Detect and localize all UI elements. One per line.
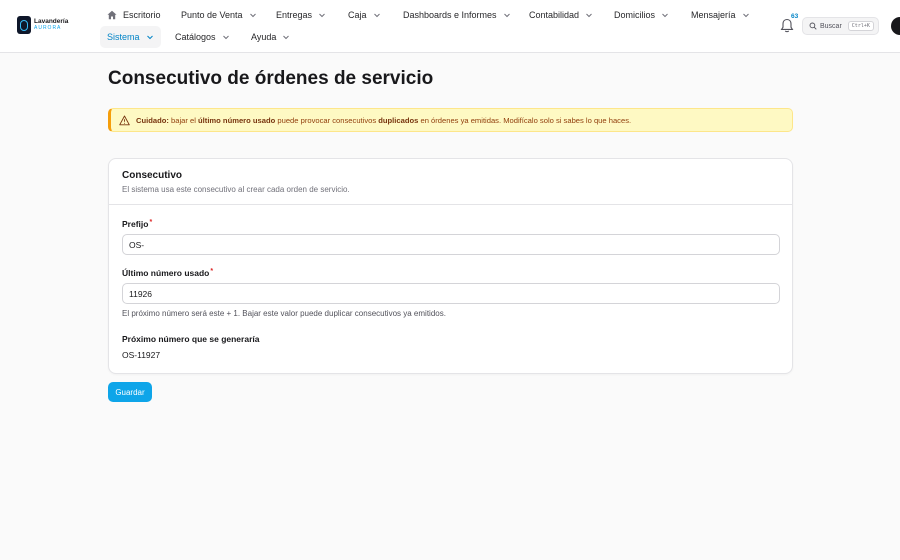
next-number-label: Próximo número que se generaría xyxy=(122,334,260,344)
warning-text: Cuidado: bajar el último número usado pu… xyxy=(136,116,631,125)
card-title: Consecutivo xyxy=(122,170,183,181)
home-icon xyxy=(107,10,117,20)
consecutivo-card: Consecutivo El sistema usa este consecut… xyxy=(108,158,793,374)
search-icon xyxy=(809,22,817,30)
warning-text-part: en órdenes ya emitidas. Modifícalo solo … xyxy=(418,115,632,125)
warning-triangle-icon xyxy=(119,115,130,125)
warning-alert: Cuidado: bajar el último número usado pu… xyxy=(108,108,793,132)
page-title: Consecutivo de órdenes de servicio xyxy=(108,68,434,89)
nav-item-contabilidad[interactable]: Contabilidad xyxy=(529,4,593,26)
card-header: Consecutivo El sistema usa este consecut… xyxy=(109,159,792,205)
logo-icon xyxy=(17,16,31,34)
user-avatar[interactable] xyxy=(891,17,900,35)
next-number-value: OS-11927 xyxy=(122,350,161,360)
nav-item-label: Punto de Venta xyxy=(181,10,243,20)
chevron-down-icon xyxy=(742,13,749,18)
card-description: El sistema usa este consecutivo al crear… xyxy=(122,185,350,194)
required-marker: * xyxy=(210,268,214,275)
last-number-label-text: Último número usado xyxy=(122,268,210,278)
nav-item-label: Ayuda xyxy=(251,32,277,42)
nav-item-label: Entregas xyxy=(276,10,313,20)
nav-item-ayuda[interactable]: Ayuda xyxy=(251,26,290,48)
chevron-down-icon xyxy=(249,13,256,18)
search-button[interactable]: Buscar Ctrl+K xyxy=(802,17,879,35)
nav-item-domicilios[interactable]: Domicilios xyxy=(614,4,669,26)
nav-item-escritorio[interactable]: Escritorio xyxy=(107,4,161,26)
nav-item-entregas[interactable]: Entregas xyxy=(276,4,326,26)
bell-icon[interactable] xyxy=(780,18,794,34)
notification-count-badge: 63 xyxy=(791,13,799,20)
chevron-down-icon xyxy=(319,13,325,18)
required-marker: * xyxy=(149,219,153,226)
chevron-down-icon xyxy=(503,13,510,18)
nav-item-label: Dashboards e Informes xyxy=(403,10,497,20)
nav-item-sistema[interactable]: Sistema xyxy=(100,26,161,48)
save-button[interactable]: Guardar xyxy=(108,382,152,402)
last-number-hint: El próximo número será este + 1. Bajar e… xyxy=(122,309,446,318)
warning-strong-term: duplicados xyxy=(378,115,419,125)
chevron-down-icon xyxy=(373,13,380,18)
nav-item-dashboards-e-informes[interactable]: Dashboards e Informes xyxy=(403,4,511,26)
nav-item-label: Catálogos xyxy=(175,32,216,42)
nav-item-label: Contabilidad xyxy=(529,10,580,20)
last-number-input[interactable] xyxy=(122,283,780,304)
chevron-down-icon xyxy=(283,35,290,40)
nav-item-label: Escritorio xyxy=(123,10,161,20)
brand-logo[interactable]: Lavandería AURORA xyxy=(17,16,68,34)
brand-subname: AURORA xyxy=(34,25,62,32)
nav-item-catalogos[interactable]: Catálogos xyxy=(175,26,230,48)
search-shortcut-kbd: Ctrl+K xyxy=(847,21,874,31)
nav-item-punto-de-venta[interactable]: Punto de Venta xyxy=(181,4,257,26)
chevron-down-icon xyxy=(662,13,668,18)
prefix-input[interactable] xyxy=(122,234,780,255)
nav-item-label: Sistema xyxy=(107,32,140,42)
chevron-down-icon xyxy=(146,35,153,40)
prefix-field-label: Prefijo* xyxy=(122,219,152,229)
prefix-label-text: Prefijo xyxy=(122,219,149,229)
chevron-down-icon xyxy=(586,13,592,18)
warning-text-part: bajar el xyxy=(168,115,199,125)
top-navigation-bar: Lavandería AURORA Escritorio Punto de Ve… xyxy=(0,0,900,53)
nav-item-label: Domicilios xyxy=(614,10,656,20)
warning-prefix: Cuidado: xyxy=(136,115,169,125)
nav-item-mensajeria[interactable]: Mensajería xyxy=(691,4,750,26)
warning-text-part: puede provocar consecutivos xyxy=(275,115,379,125)
nav-item-label: Mensajería xyxy=(691,10,736,20)
chevron-down-icon xyxy=(222,35,229,40)
last-number-field-label: Último número usado* xyxy=(122,268,213,278)
nav-item-label: Caja xyxy=(348,10,367,20)
nav-item-caja[interactable]: Caja xyxy=(348,4,381,26)
warning-strong-term: último número usado xyxy=(198,115,276,125)
search-label: Buscar xyxy=(820,22,842,30)
